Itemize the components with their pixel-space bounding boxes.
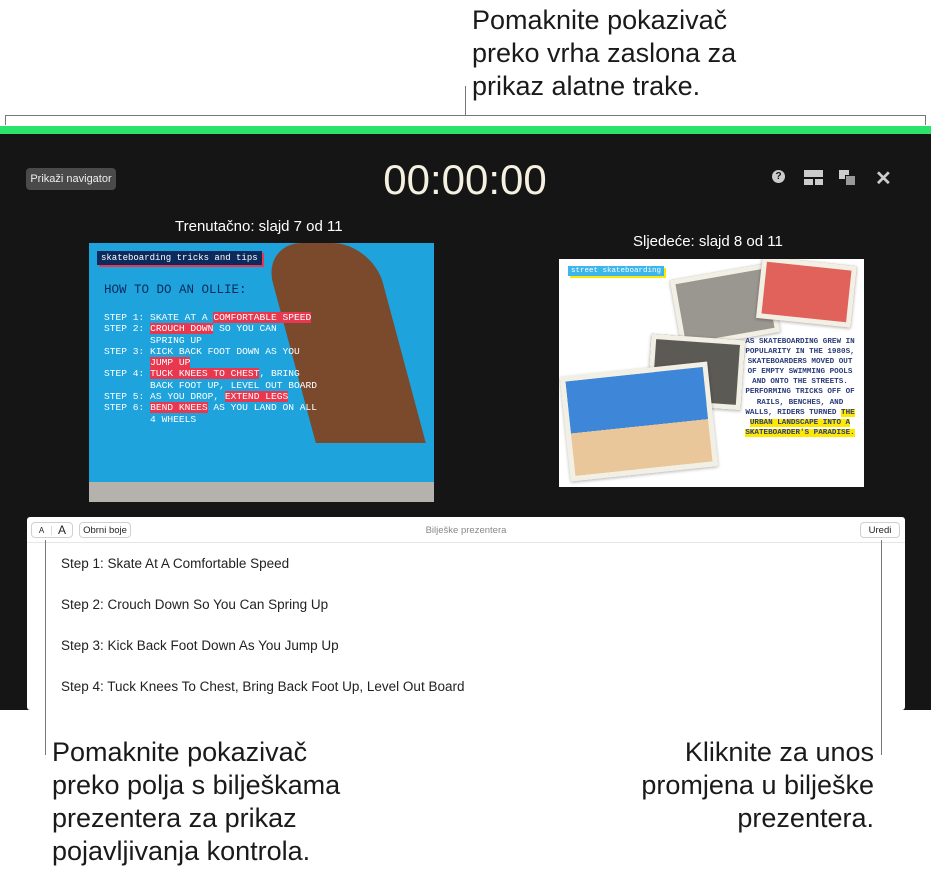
callout-line: Pomaknite pokazivač <box>52 737 308 767</box>
slide-tag: skateboarding tricks and tips <box>97 251 262 265</box>
step-highlight: JUMP UP <box>150 357 191 369</box>
slide-steps: STEP 1: SKATE AT A COMFORTABLE SPEED STEP… <box>104 312 317 425</box>
help-icon[interactable]: ? <box>772 170 785 183</box>
photo-rail <box>559 361 719 482</box>
step-highlight: COMFORTABLE SPEED <box>213 312 312 323</box>
callout-line: preko vrha zaslona za <box>472 38 737 68</box>
next-slide-label: Sljedeće: slajd 8 od 11 <box>633 233 783 250</box>
note-line: Step 1: Skate At A Comfortable Speed <box>61 556 290 571</box>
slide-step: STEP 1: SKATE AT A COMFORTABLE SPEED <box>104 312 312 323</box>
next-slide-preview: street skateboarding AS SKATEBOARDING GR… <box>559 259 864 487</box>
callout-line: Kliknite za unos <box>684 737 874 767</box>
close-icon[interactable]: ✕ <box>875 166 892 191</box>
callout-line: prikaz alatne trake. <box>472 71 701 101</box>
note-line: Step 2: Crouch Down So You Can Spring Up <box>61 597 329 612</box>
presenter-notes-panel[interactable]: A A Obrni boje Bilješke prezentera Uredi… <box>27 517 905 710</box>
step-highlight: EXTEND LEGS <box>224 391 289 403</box>
note-line: Step 3: Kick Back Foot Down As You Jump … <box>61 638 339 653</box>
current-slide-label: Trenutačno: slajd 7 od 11 <box>175 218 343 235</box>
photo-red-wall <box>756 259 857 328</box>
step-highlight: TUCK KNEES TO CHEST <box>150 368 260 380</box>
callout-line: Pomaknite pokazivač <box>472 5 728 35</box>
current-slide-preview: skateboarding tricks and tips HOW TO DO … <box>89 243 434 502</box>
layout-icon[interactable] <box>804 170 823 185</box>
callout-line: preko polja s bilješkama <box>52 770 341 800</box>
timer[interactable]: 00:00:00 <box>300 156 630 204</box>
slide-step: STEP 6: BEND KNEES AS YOU LAND ON ALL 4 … <box>104 402 318 425</box>
notes-title: Bilješke prezentera <box>425 525 507 536</box>
note-line: Step 4: Tuck Knees To Chest, Bring Back … <box>61 679 465 694</box>
ground-image <box>89 482 434 502</box>
callout-toolbar: Pomaknite pokazivač preko vrha zaslona z… <box>472 4 736 103</box>
bracket-stem <box>465 86 466 116</box>
callout-line: prezentera za prikaz <box>52 803 297 833</box>
callout-notes: Pomaknite pokazivač preko polja s bilješ… <box>52 736 340 868</box>
callout-line: promjena u bilješke <box>641 770 874 800</box>
slide-step: STEP 5: AS YOU DROP, EXTEND LEGS <box>104 391 289 403</box>
slide-body: AS SKATEBOARDING GREW IN POPULARITY IN T… <box>745 337 855 438</box>
slide-step: STEP 4: TUCK KNEES TO CHEST, BRING BACK … <box>104 368 318 391</box>
bracket-right-end <box>925 115 926 125</box>
callout-edit: Kliknite za unos promjena u bilješke pre… <box>641 736 874 835</box>
edit-button[interactable]: Uredi <box>860 522 900 538</box>
step-highlight: CROUCH DOWN <box>150 323 214 335</box>
body-text: AS SKATEBOARDING GREW IN POPULARITY IN T… <box>745 338 855 417</box>
callout-line-right <box>881 540 882 755</box>
slide-step: STEP 2: CROUCH DOWN SO YOU CAN SPRING UP <box>104 323 277 346</box>
step-highlight: BEND KNEES <box>150 402 208 414</box>
callout-line-left <box>45 540 46 755</box>
notes-toolbar: A A Obrni boje Bilješke prezentera Uredi <box>27 517 905 543</box>
toolbar-hover-zone <box>0 126 931 134</box>
slide-step: STEP 3: KICK BACK FOOT DOWN AS YOU JUMP … <box>104 345 300 369</box>
callout-line: pojavljivanja kontrola. <box>52 836 311 866</box>
slide-heading: HOW TO DO AN OLLIE: <box>104 283 247 297</box>
callout-line: prezentera. <box>737 803 874 833</box>
slide-tag: street skateboarding <box>568 266 665 276</box>
bracket-left-end <box>5 115 6 125</box>
switch-display-icon[interactable] <box>839 170 857 186</box>
show-navigator-button[interactable]: Prikaži navigator <box>26 168 116 190</box>
